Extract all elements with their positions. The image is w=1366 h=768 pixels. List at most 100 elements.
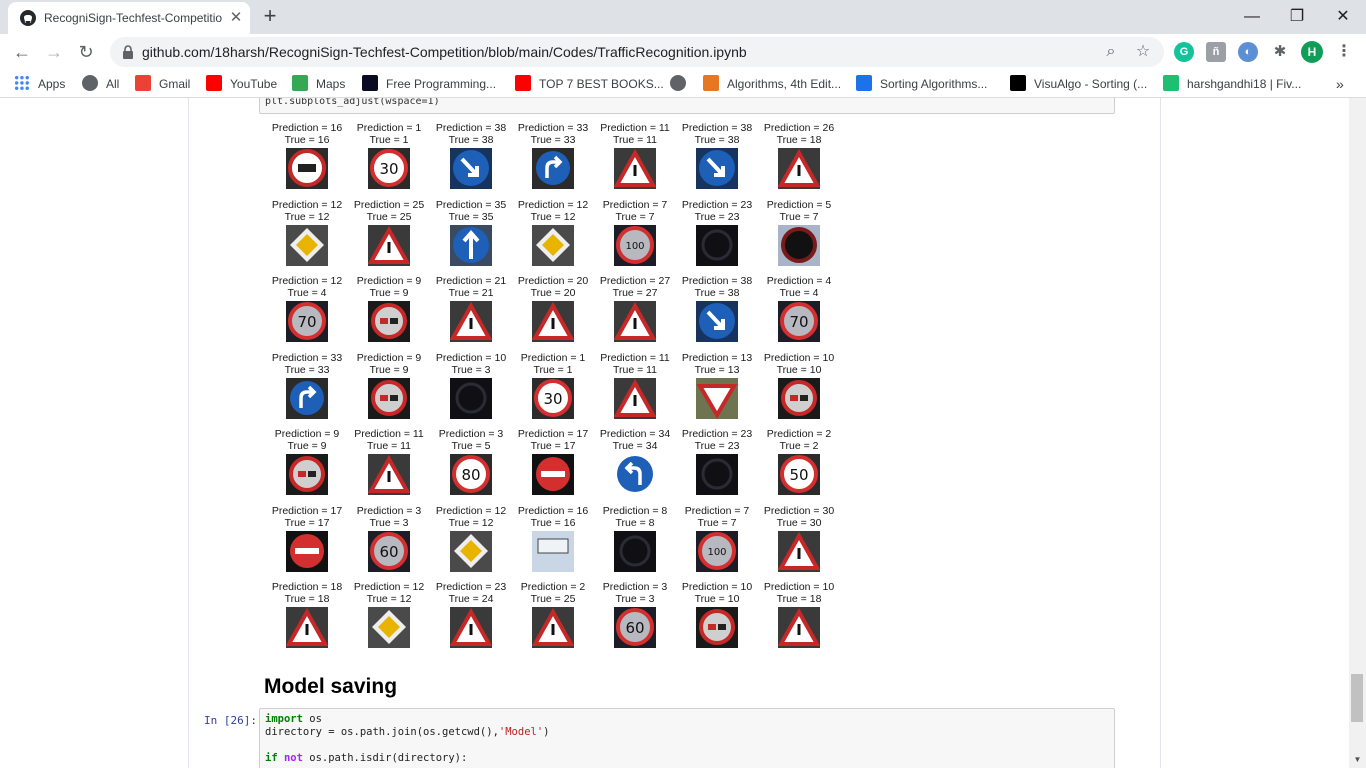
true-label: True = 1 [533, 364, 573, 376]
prediction-cell: Prediction = 23 True = 24 [430, 581, 512, 657]
prediction-cell: Prediction = 23 True = 23 [676, 199, 758, 275]
true-label: True = 38 [694, 134, 740, 146]
traffic-sign-image [696, 454, 738, 495]
page-scrollbar[interactable]: ▼ [1349, 98, 1366, 768]
reload-icon[interactable]: ↻ [72, 38, 100, 66]
traffic-sign-image [778, 148, 820, 189]
bookmark-item[interactable]: YouTube [206, 75, 277, 93]
youtube-icon [206, 75, 222, 91]
traffic-sign-image [286, 454, 328, 495]
prediction-label: Prediction = 5 [766, 199, 832, 211]
prediction-cell: Prediction = 2 True = 25 [512, 581, 594, 657]
back-arrow-icon[interactable]: ← [8, 38, 36, 66]
cell-prompt: In [26]: [204, 714, 257, 727]
fiverr-icon [1163, 75, 1179, 91]
prediction-cell: Prediction = 16 True = 16 [266, 122, 348, 198]
bookmark-item[interactable]: Apps [14, 75, 65, 93]
extension-2-icon[interactable]: ◐ [1238, 42, 1258, 62]
prediction-cell: Prediction = 9 True = 9 [348, 275, 430, 351]
extension-icon[interactable]: ñ [1206, 42, 1226, 62]
prediction-grid: Prediction = 16 True = 16 Prediction = 1 Tr… [266, 122, 846, 652]
search-icon[interactable]: ⌕ [1100, 41, 1122, 63]
svg-text:60: 60 [379, 543, 398, 561]
prediction-cell: Prediction = 11 True = 11 [348, 428, 430, 504]
prediction-cell: Prediction = 1 True = 1 30 [512, 352, 594, 428]
bookmark-item[interactable]: harshgandhi18 | Fiv... [1163, 75, 1301, 93]
traffic-sign-image [450, 378, 492, 419]
address-bar[interactable]: github.com/18harsh/RecogniSign-Techfest-… [110, 37, 1164, 67]
prediction-label: Prediction = 12 [353, 581, 425, 593]
bookmark-item[interactable]: All [82, 75, 119, 93]
traffic-sign-image [368, 225, 410, 266]
prediction-label: Prediction = 1 [356, 122, 422, 134]
traffic-sign-image [778, 607, 820, 648]
true-label: True = 33 [284, 364, 330, 376]
menu-kebab-icon[interactable]: ⋮ [1334, 42, 1354, 62]
prediction-label: Prediction = 25 [353, 199, 425, 211]
true-label: True = 11 [366, 440, 412, 452]
true-label: True = 18 [776, 593, 822, 605]
prediction-cell: Prediction = 38 True = 38 [430, 122, 512, 198]
prediction-cell: Prediction = 10 True = 3 [430, 352, 512, 428]
puzzle-icon[interactable]: ✱ [1270, 42, 1290, 62]
traffic-sign-image [614, 378, 656, 419]
traffic-sign-image [532, 454, 574, 495]
bookmark-item[interactable] [670, 75, 694, 93]
traffic-sign-image [696, 148, 738, 189]
prediction-label: Prediction = 10 [763, 581, 835, 593]
browser-tab[interactable]: RecogniSign-Techfest-Competitio ✕ [8, 2, 250, 34]
prediction-cell: Prediction = 8 True = 8 [594, 505, 676, 581]
true-label: True = 8 [615, 517, 655, 529]
true-label: True = 17 [284, 517, 330, 529]
bookmark-item[interactable]: Algorithms, 4th Edit... [703, 75, 841, 93]
prediction-cell: Prediction = 34 True = 34 [594, 428, 676, 504]
prediction-cell: Prediction = 7 True = 7 100 [594, 199, 676, 275]
bookmark-item[interactable]: VisuAlgo - Sorting (... [1010, 75, 1147, 93]
traffic-sign-image [286, 225, 328, 266]
forward-arrow-icon[interactable]: → [40, 38, 68, 66]
prediction-cell: Prediction = 23 True = 23 [676, 428, 758, 504]
minimize-button[interactable]: — [1232, 4, 1272, 30]
bookmark-item[interactable]: Gmail [135, 75, 190, 93]
true-label: True = 9 [369, 287, 409, 299]
prediction-cell: Prediction = 26 True = 18 [758, 122, 840, 198]
prediction-cell: Prediction = 12 True = 12 [348, 581, 430, 657]
traffic-sign-image [778, 531, 820, 572]
bookmarks-overflow-icon[interactable]: » [1336, 75, 1344, 93]
profile-avatar[interactable]: H [1301, 41, 1323, 63]
prediction-cell: Prediction = 10 True = 10 [676, 581, 758, 657]
scroll-down-arrow-icon[interactable]: ▼ [1349, 752, 1366, 768]
traffic-sign-image [532, 531, 574, 572]
traffic-sign-image: 60 [614, 607, 656, 648]
traffic-sign-image: 30 [532, 378, 574, 419]
tab-strip: RecogniSign-Techfest-Competitio ✕ + — ❐ … [0, 0, 1366, 34]
traffic-sign-image [450, 607, 492, 648]
close-window-button[interactable]: ✕ [1323, 4, 1363, 30]
true-label: True = 13 [694, 364, 740, 376]
prediction-label: Prediction = 7 [602, 199, 668, 211]
new-tab-button[interactable]: + [258, 5, 282, 29]
maps-pin-icon [292, 75, 308, 91]
tab-close-icon[interactable]: ✕ [226, 8, 246, 28]
bookmark-item[interactable]: Free Programming... [362, 75, 496, 93]
prediction-label: Prediction = 23 [435, 581, 507, 593]
bookmark-item[interactable]: Sorting Algorithms... [856, 75, 987, 93]
prediction-cell: Prediction = 17 True = 17 [266, 505, 348, 581]
prediction-label: Prediction = 10 [435, 352, 507, 364]
prediction-cell: Prediction = 3 True = 3 60 [594, 581, 676, 657]
prediction-cell: Prediction = 10 True = 10 [758, 352, 840, 428]
scrollbar-thumb[interactable] [1351, 674, 1363, 722]
bookmark-label: Gmail [159, 77, 191, 91]
prediction-cell: Prediction = 16 True = 16 [512, 505, 594, 581]
bookmark-item[interactable]: TOP 7 BEST BOOKS... [515, 75, 664, 93]
prediction-cell: Prediction = 33 True = 33 [512, 122, 594, 198]
prediction-label: Prediction = 27 [599, 275, 671, 287]
restore-button[interactable]: ❐ [1277, 4, 1317, 30]
grammarly-icon[interactable]: G [1174, 42, 1194, 62]
true-label: True = 11 [612, 134, 658, 146]
prediction-label: Prediction = 35 [435, 199, 507, 211]
bookmark-label: Free Programming... [386, 77, 497, 91]
bookmark-item[interactable]: Maps [292, 75, 345, 93]
star-icon[interactable]: ☆ [1132, 41, 1154, 63]
